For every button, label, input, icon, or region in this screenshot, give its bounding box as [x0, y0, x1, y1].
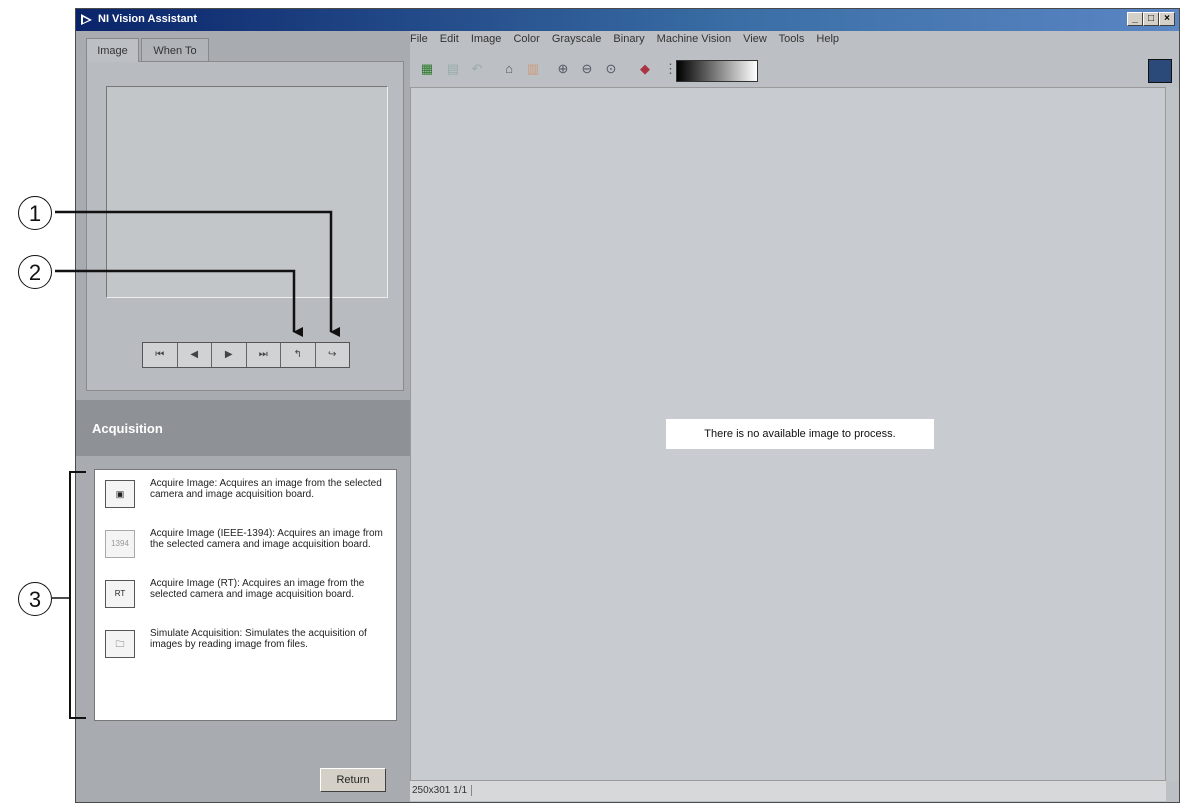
- no-image-message: There is no available image to process.: [666, 419, 934, 449]
- separator-icon: ⋮: [664, 61, 677, 76]
- ieee1394-camera-icon: 1394: [105, 530, 135, 558]
- image-dimensions-status: 250x301 1/1: [412, 785, 468, 796]
- callout-3: 3: [18, 582, 52, 616]
- simulate-acquisition-description: Simulate Acquisition: Simulates the acqu…: [150, 628, 367, 650]
- app-logo-icon: [81, 14, 92, 25]
- zoom-out-icon[interactable]: ⊖: [576, 59, 598, 79]
- previous-image-button[interactable]: ◀: [178, 343, 212, 367]
- menu-tools[interactable]: Tools: [779, 33, 805, 45]
- status-separator: [471, 785, 479, 796]
- image-preview: [106, 86, 388, 298]
- zoom-in-icon[interactable]: ⊕: [552, 59, 574, 79]
- rt-camera-icon: RT: [105, 580, 135, 608]
- table-icon[interactable]: ▥: [522, 59, 544, 79]
- browse-icon[interactable]: ▤: [442, 59, 464, 79]
- vertical-scrollbar[interactable]: [1166, 87, 1179, 781]
- return-button[interactable]: Return: [320, 768, 386, 792]
- acquire-icon[interactable]: ▦: [416, 59, 438, 79]
- callout-1: 1: [18, 196, 52, 230]
- title-bar[interactable]: NI Vision Assistant _ □ ×: [76, 9, 1179, 31]
- zoom-fit-icon[interactable]: ⊙: [600, 59, 622, 79]
- callout-2: 2: [18, 255, 52, 289]
- menu-bar: File Edit Image Color Grayscale Binary M…: [410, 33, 1178, 53]
- menu-grayscale[interactable]: Grayscale: [552, 33, 602, 45]
- window-title: NI Vision Assistant: [98, 13, 198, 25]
- camera-icon[interactable]: ⌂: [498, 59, 520, 79]
- acquisition-title: Acquisition: [92, 421, 163, 436]
- menu-binary[interactable]: Binary: [613, 33, 644, 45]
- first-image-button[interactable]: ⏮: [143, 343, 178, 367]
- tab-image[interactable]: Image: [86, 38, 139, 62]
- acquire-image-description: Acquire Image: Acquires an image from th…: [150, 478, 382, 500]
- toolbar: ▦ ▤ ↶ ⌂ ▥ ⊕ ⊖ ⊙ ◆ ⋮: [410, 55, 1178, 85]
- assistant-icon[interactable]: [1148, 59, 1172, 83]
- palette-gradient[interactable]: [676, 60, 758, 82]
- menu-machine-vision[interactable]: Machine Vision: [657, 33, 731, 45]
- menu-color[interactable]: Color: [513, 33, 539, 45]
- menu-view[interactable]: View: [743, 33, 767, 45]
- acquisition-function-list: ▣ Acquire Image: Acquires an image from …: [94, 469, 397, 721]
- menu-edit[interactable]: Edit: [440, 33, 459, 45]
- close-button[interactable]: ×: [1159, 12, 1175, 26]
- tab-when-to[interactable]: When To: [141, 38, 209, 62]
- acquire-image-ieee1394-description: Acquire Image (IEEE-1394): Acquires an i…: [150, 528, 383, 550]
- undo-icon[interactable]: ↶: [466, 59, 488, 79]
- acquire-image-rt-description: Acquire Image (RT): Acquires an image fr…: [150, 578, 365, 600]
- maximize-button[interactable]: □: [1143, 12, 1159, 26]
- minimize-button[interactable]: _: [1127, 12, 1143, 26]
- status-bar: 250x301 1/1: [410, 781, 1166, 801]
- script-icon[interactable]: ◆: [634, 59, 656, 79]
- redo-button[interactable]: ↪: [316, 343, 350, 367]
- menu-help[interactable]: Help: [816, 33, 839, 45]
- undo-button[interactable]: ↰: [281, 343, 316, 367]
- image-navigation-bar: ⏮ ◀ ▶ ⏭ ↰ ↪: [142, 342, 350, 368]
- last-image-button[interactable]: ⏭: [247, 343, 281, 367]
- menu-image[interactable]: Image: [471, 33, 502, 45]
- folder-image-icon: 🗀: [105, 630, 135, 658]
- camera-icon: ▣: [105, 480, 135, 508]
- next-image-button[interactable]: ▶: [212, 343, 247, 367]
- menu-file[interactable]: File: [410, 33, 428, 45]
